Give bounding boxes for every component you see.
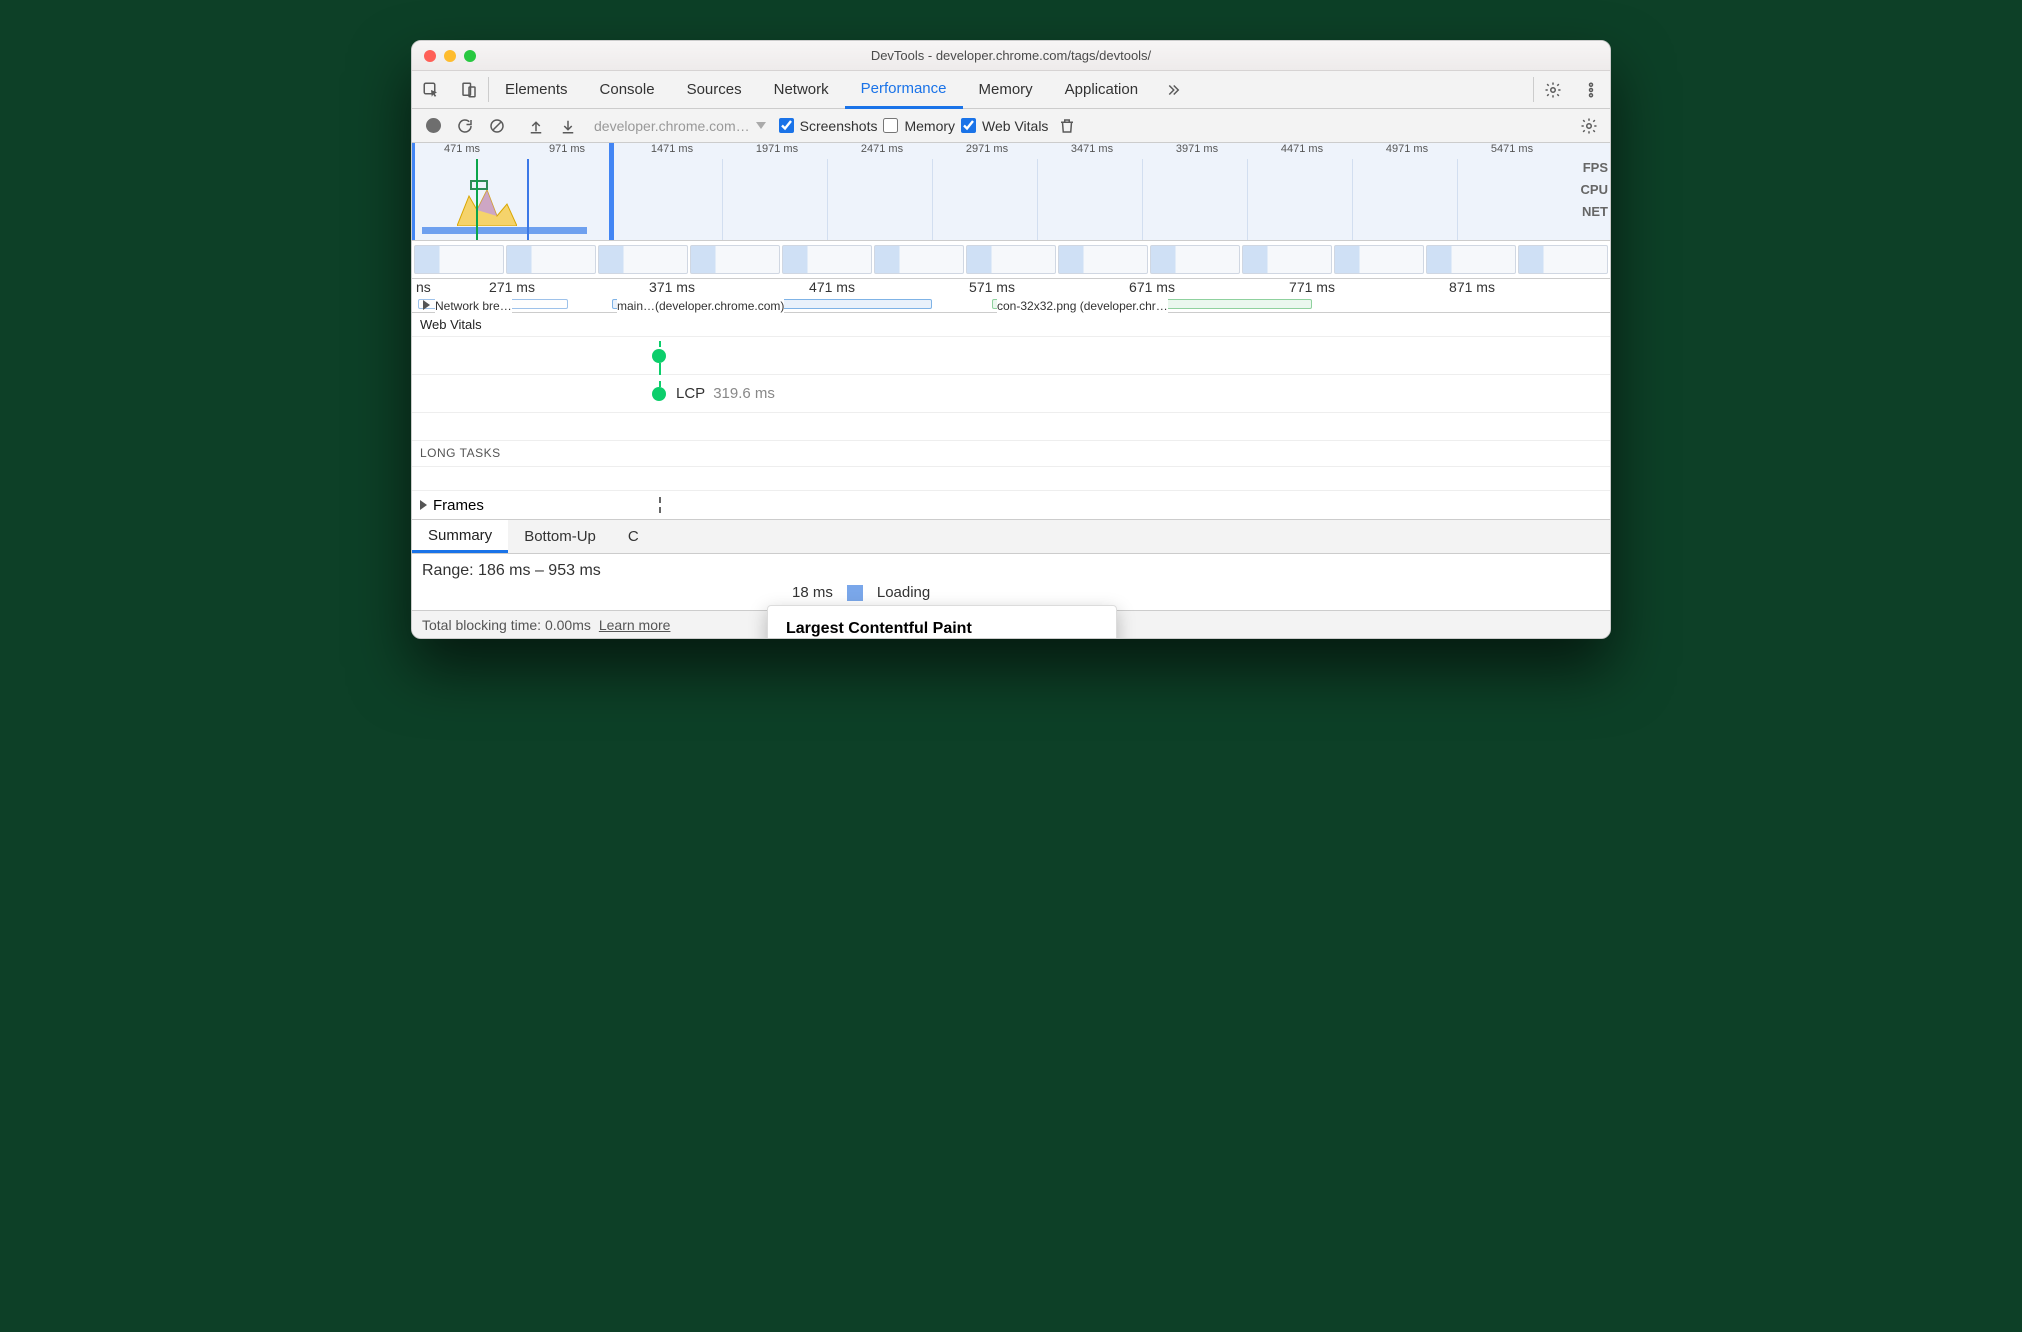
filmstrip-thumb[interactable] (414, 245, 504, 274)
main-tabbar: Elements Console Sources Network Perform… (412, 71, 1610, 109)
filmstrip-thumb[interactable] (506, 245, 596, 274)
filmstrip-thumb[interactable] (874, 245, 964, 274)
titlebar[interactable]: DevTools - developer.chrome.com/tags/dev… (412, 41, 1610, 71)
frame-divider (659, 497, 661, 513)
lcp-text: LCP 319.6 ms (676, 385, 775, 402)
tab-performance[interactable]: Performance (845, 71, 963, 109)
chevron-down-icon (756, 122, 766, 129)
fcp-lane[interactable] (412, 336, 1610, 374)
perf-content: 471 ms 971 ms 1471 ms 1971 ms 2471 ms 29… (412, 143, 1610, 610)
download-icon[interactable] (555, 113, 581, 139)
long-tasks-header[interactable]: LONG TASKS (412, 440, 1610, 466)
recording-dropdown[interactable]: developer.chrome.com… (594, 118, 766, 134)
reload-record-icon[interactable] (452, 113, 478, 139)
label-net: NET (1581, 201, 1608, 223)
web-vitals-header[interactable]: Web Vitals (412, 313, 1610, 336)
upload-icon[interactable] (523, 113, 549, 139)
inspect-element-icon[interactable] (412, 71, 450, 108)
clear-icon[interactable] (484, 113, 510, 139)
kebab-menu-icon[interactable] (1572, 71, 1610, 108)
network-item[interactable]: main…(developer.chrome.com) (612, 299, 932, 309)
tab-bottom-up[interactable]: Bottom-Up (508, 520, 612, 553)
web-vitals-section: Web Vitals LCP 319.6 ms LONG TASKS Frame… (412, 313, 1610, 520)
frames-row[interactable]: Frames (412, 490, 1610, 520)
filmstrip-thumb[interactable] (1058, 245, 1148, 274)
lcp-label: LCP (676, 385, 705, 402)
filmstrip-thumb[interactable] (690, 245, 780, 274)
legend-value: 18 ms (792, 584, 833, 601)
minimize-window-icon[interactable] (444, 50, 456, 62)
selection-handle-left[interactable] (411, 143, 415, 240)
window-title: DevTools - developer.chrome.com/tags/dev… (412, 48, 1610, 63)
filmstrip-thumb[interactable] (1334, 245, 1424, 274)
tab-more-hidden[interactable]: C (612, 520, 655, 553)
filmstrip-thumb[interactable] (1518, 245, 1608, 274)
lcp-lane[interactable]: LCP 319.6 ms (412, 374, 1610, 412)
filmstrip-thumb[interactable] (1150, 245, 1240, 274)
timeline-overview[interactable]: 471 ms 971 ms 1471 ms 1971 ms 2471 ms 29… (412, 143, 1610, 241)
details-tabbar: Summary Bottom-Up C (412, 520, 1610, 554)
record-icon[interactable] (420, 113, 446, 139)
screenshots-checkbox[interactable]: Screenshots (779, 118, 878, 134)
network-item[interactable]: con-32x32.png (developer.chr… (992, 299, 1312, 309)
webvitals-checkbox[interactable]: Web Vitals (961, 118, 1048, 134)
network-item[interactable]: Network bre… (418, 299, 568, 309)
legend-color-loading (847, 585, 863, 601)
zoom-window-icon[interactable] (464, 50, 476, 62)
filmstrip-thumb[interactable] (782, 245, 872, 274)
filmstrip-thumb[interactable] (1426, 245, 1516, 274)
label-fps: FPS (1581, 157, 1608, 179)
lcp-tooltip: Largest Contentful Paint Good≤ 2.50 s Ne… (767, 605, 1117, 639)
close-window-icon[interactable] (424, 50, 436, 62)
overview-selection[interactable] (412, 143, 612, 240)
label-cpu: CPU (1581, 179, 1608, 201)
details-pane: Range: 186 ms – 953 ms 18 ms Loading (412, 554, 1610, 610)
tooltip-title: Largest Contentful Paint (786, 620, 1098, 638)
overview-row-labels: FPS CPU NET (1581, 157, 1608, 223)
summary-legend: 18 ms Loading (792, 584, 930, 601)
webvitals-checkbox-input[interactable] (961, 118, 976, 133)
legend-label: Loading (877, 584, 930, 601)
selection-handle-right[interactable] (609, 143, 614, 240)
flame-ruler-row[interactable]: ns 271 ms 371 ms 471 ms 571 ms 671 ms 77… (412, 279, 1610, 313)
long-tasks-lane[interactable] (412, 466, 1610, 490)
device-toolbar-icon[interactable] (450, 71, 488, 108)
tab-memory[interactable]: Memory (963, 71, 1049, 108)
tbt-label: Total blocking time: 0.00ms (422, 617, 591, 633)
spacer-lane (412, 412, 1610, 440)
lcp-marker-icon[interactable] (652, 387, 666, 401)
tab-network[interactable]: Network (758, 71, 845, 108)
filmstrip-thumb[interactable] (1242, 245, 1332, 274)
more-tabs-icon[interactable] (1154, 71, 1192, 108)
lcp-value: 319.6 ms (713, 385, 775, 402)
trash-icon[interactable] (1054, 113, 1080, 139)
network-bars: Network bre… main…(developer.chrome.com)… (412, 299, 1600, 311)
memory-checkbox[interactable]: Memory (883, 118, 955, 134)
screenshots-checkbox-input[interactable] (779, 118, 794, 133)
tab-sources[interactable]: Sources (671, 71, 758, 108)
screenshot-filmstrip[interactable] (412, 241, 1610, 279)
expand-icon[interactable] (420, 500, 427, 510)
traffic-lights (412, 50, 476, 62)
tab-console[interactable]: Console (584, 71, 671, 108)
filmstrip-thumb[interactable] (966, 245, 1056, 274)
settings-icon[interactable] (1534, 71, 1572, 108)
filmstrip-thumb[interactable] (598, 245, 688, 274)
range-label: Range: 186 ms – 953 ms (422, 562, 1600, 580)
fcp-marker-icon[interactable] (652, 349, 666, 363)
frames-label: Frames (433, 497, 484, 514)
tab-summary[interactable]: Summary (412, 520, 508, 553)
memory-checkbox-input[interactable] (883, 118, 898, 133)
tab-elements[interactable]: Elements (489, 71, 584, 108)
recording-dropdown-label: developer.chrome.com… (594, 118, 750, 134)
capture-settings-icon[interactable] (1576, 113, 1602, 139)
devtools-window: DevTools - developer.chrome.com/tags/dev… (411, 40, 1611, 639)
learn-more-link[interactable]: Learn more (599, 617, 671, 633)
perf-toolbar: developer.chrome.com… Screenshots Memory… (412, 109, 1610, 143)
tab-application[interactable]: Application (1049, 71, 1154, 108)
